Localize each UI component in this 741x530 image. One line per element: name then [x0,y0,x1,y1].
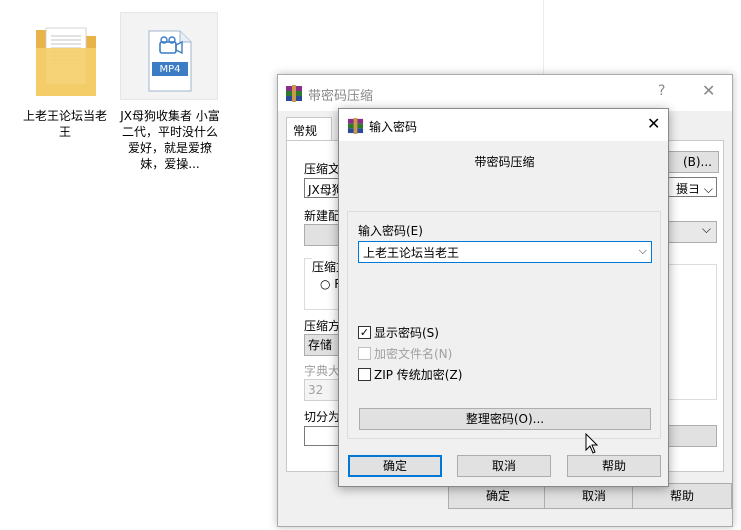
tab-general[interactable]: 常规 [286,117,332,141]
checkbox-checked-icon: ✓ [358,326,371,339]
winrar-icon [286,85,302,102]
ok-button[interactable]: 确定 [348,455,442,477]
mouse-cursor-icon [585,433,599,454]
close-icon[interactable]: ✕ [702,81,715,100]
show-password-checkbox[interactable]: ✓ 显示密码(S) [358,324,439,341]
video-label: JX母狗收集者 小富二代，平时没什么爱好，就是爱撩妹，爱操... [120,109,220,171]
method-label: 压缩方 [304,319,341,333]
show-password-label: 显示密码(S) [374,326,439,340]
help-button[interactable]: 帮助 [567,455,661,477]
chevron-down-icon[interactable]: ⌵ [639,244,647,258]
password-label: 输入密码(E) [358,224,423,238]
encrypt-filenames-checkbox: 加密文件名(N) [358,345,452,362]
password-value: 上老王论坛当老王 [363,246,460,260]
help-icon[interactable]: ? [658,83,665,99]
desktop-folder-item[interactable]: 上老王论坛当老王 [18,12,112,142]
folder-icon [36,27,96,96]
archive-dialog-titlebar[interactable]: 带密码压缩 ? ✕ [278,75,732,111]
zip-legacy-encryption-checkbox[interactable]: ZIP 传统加密(Z) [358,366,462,383]
desktop-divider [543,0,544,80]
password-input[interactable]: 上老王论坛当老王 ⌵ [358,241,652,263]
new-profile-label: 新建配 [304,209,341,223]
split-label: 切分为 [304,410,341,424]
zip-legacy-label: ZIP 传统加密(Z) [374,368,463,382]
mp4-file-icon [148,30,192,92]
winrar-icon [347,117,364,134]
organize-passwords-button[interactable]: 整理密码(O)... [359,408,651,430]
chevron-down-icon: ⌵ [703,182,713,196]
folder-label: 上老王论坛当老王 [22,109,107,139]
checkbox-unchecked-icon [358,368,371,381]
password-dialog: 输入密码 ✕ 带密码压缩 输入密码(E) 上老王论坛当老王 ⌵ ✓ 显示密码(S… [338,108,669,487]
close-icon[interactable]: ✕ [647,114,660,133]
encrypt-filenames-label: 加密文件名(N) [374,347,453,361]
update-mode-value: 摄ヨ [676,182,701,196]
dictionary-label: 字典大 [304,364,341,378]
password-group: 输入密码(E) 上老王论坛当老王 ⌵ ✓ 显示密码(S) 加密文件名(N) ZI… [347,211,661,439]
archive-dialog-title: 带密码压缩 [308,89,374,104]
archive-name-label: 压缩文 [304,162,341,176]
password-dialog-title: 输入密码 [369,120,418,134]
desktop-video-item[interactable]: MP4 JX母狗收集者 小富二代，平时没什么爱好，就是爱撩妹，爱操... [120,12,220,182]
password-dialog-titlebar[interactable]: 输入密码 ✕ [339,109,668,141]
chevron-down-icon: ⌵ [701,222,711,236]
checkbox-disabled-icon [358,347,371,360]
dialog-heading: 带密码压缩 [474,155,535,169]
cancel-button[interactable]: 取消 [457,455,551,477]
mp4-badge: MP4 [159,64,181,75]
